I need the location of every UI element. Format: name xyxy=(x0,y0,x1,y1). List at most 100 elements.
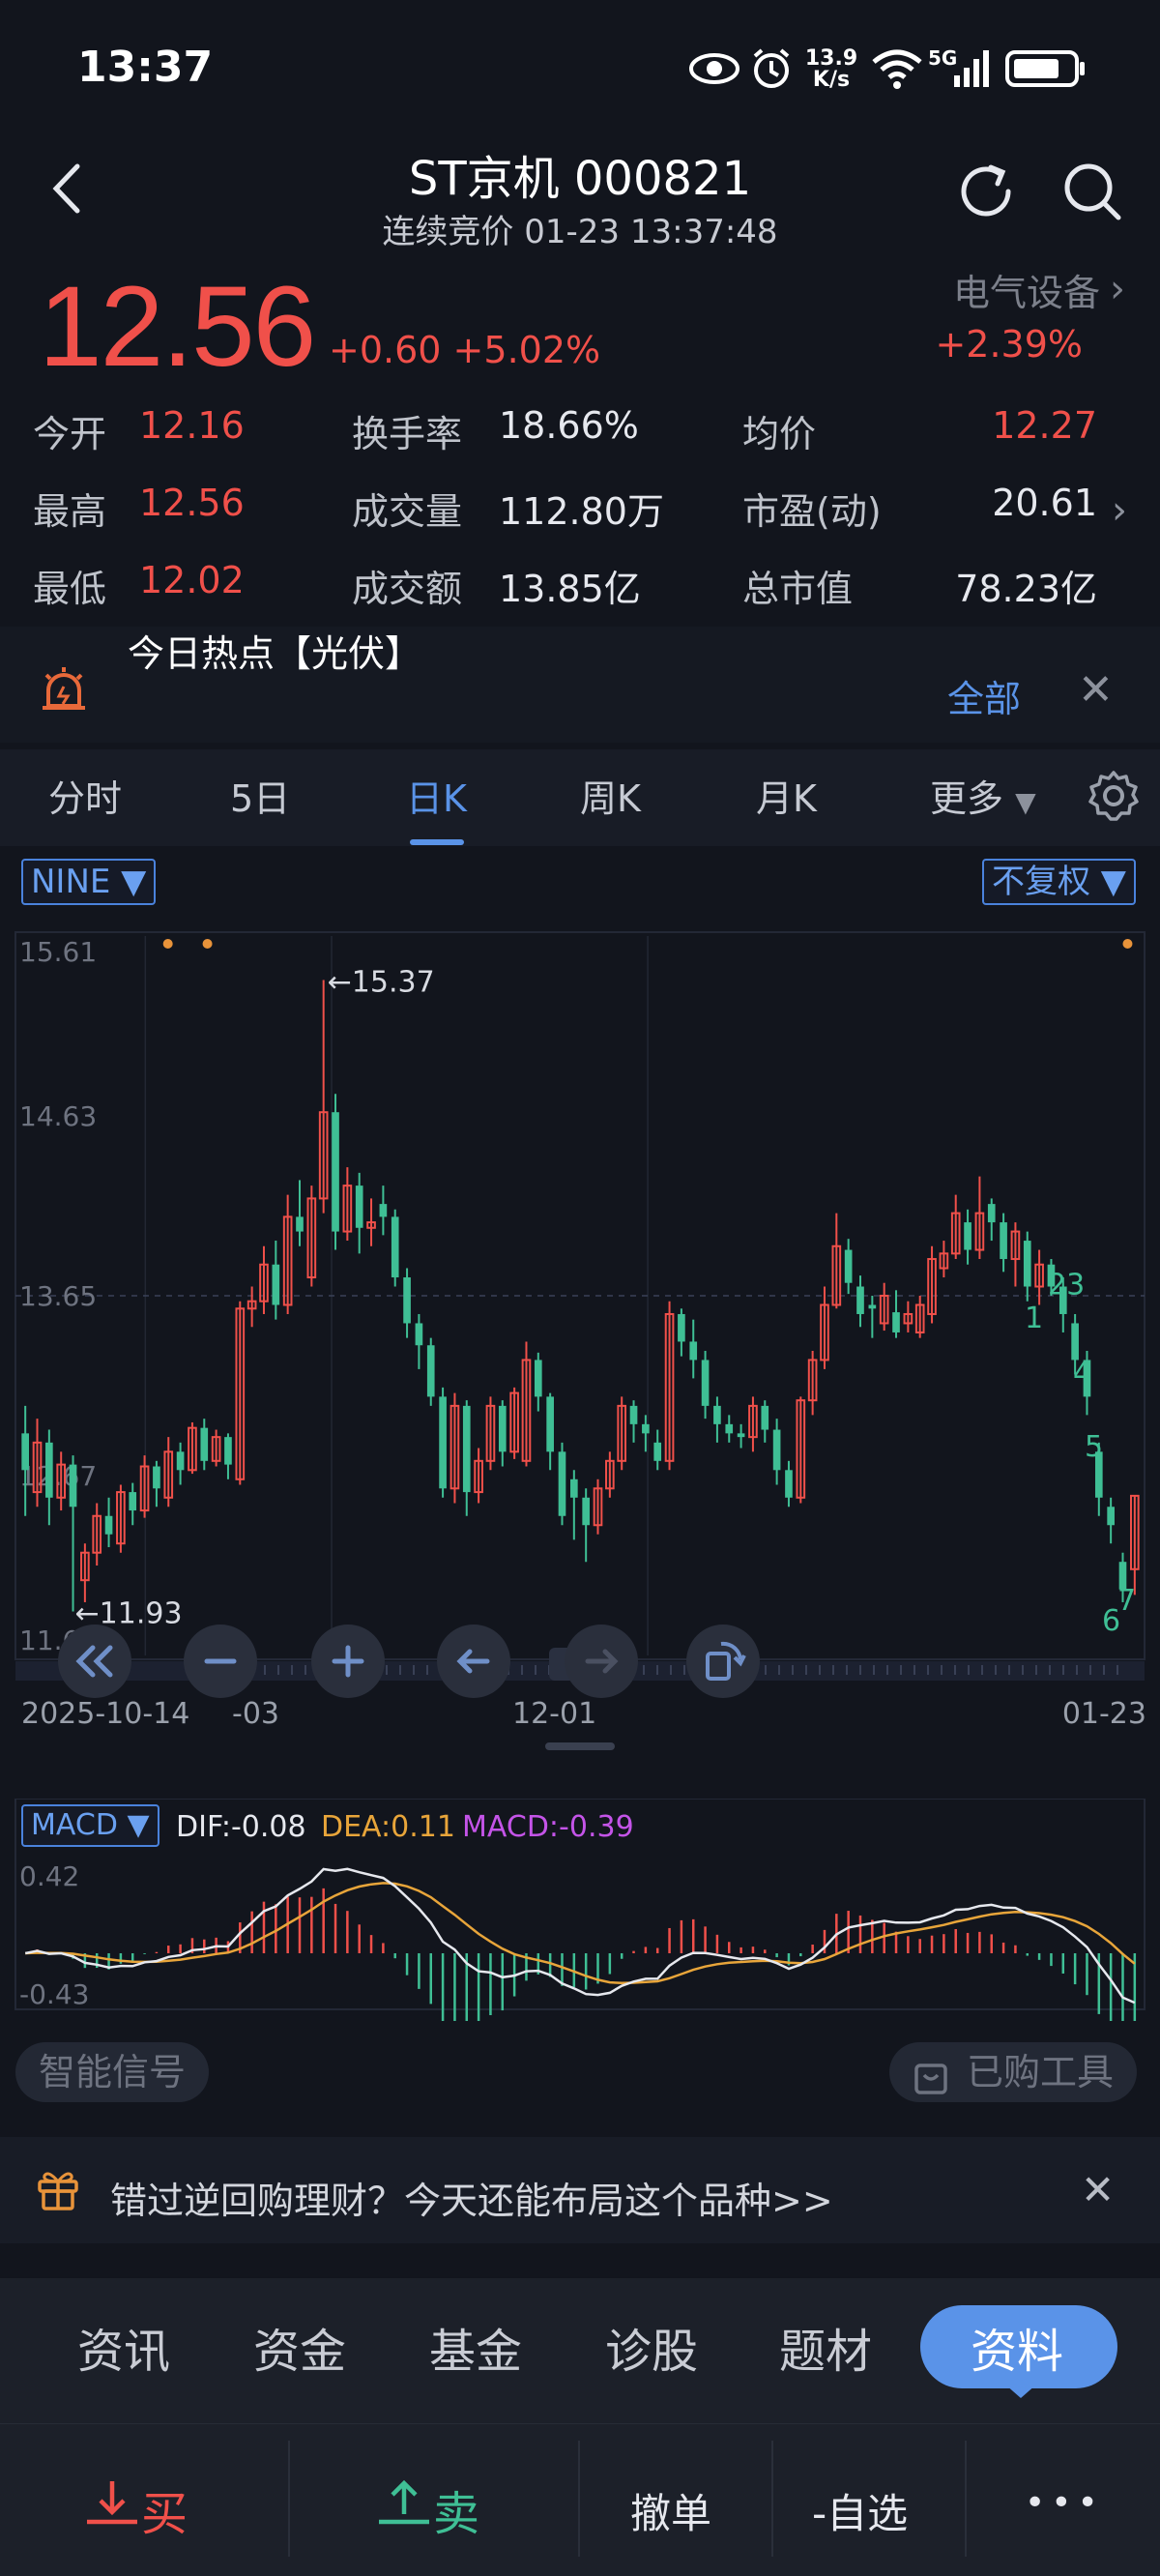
stat-value: 12.27 xyxy=(992,404,1097,447)
scroll-to-start-button[interactable] xyxy=(58,1625,131,1698)
nine-turn-label: 1 xyxy=(1025,1302,1043,1335)
rotate-screen-button[interactable] xyxy=(686,1625,760,1698)
candle-body xyxy=(964,1222,972,1250)
candle-body xyxy=(772,1429,781,1471)
sell-arrow-icon xyxy=(375,2479,433,2541)
candle-body xyxy=(224,1437,232,1465)
stat-label: 换手率 xyxy=(352,413,463,455)
candle-body xyxy=(200,1427,209,1461)
chevron-right-icon[interactable]: › xyxy=(1112,488,1127,533)
promo-text[interactable]: 错过逆回购理财？今天还能布局这个品种>> xyxy=(110,2171,833,2224)
macd-select[interactable]: MACD ▼ xyxy=(21,1804,160,1847)
max-price-label: ←15.37 xyxy=(328,966,435,1000)
stat-label: 总市值 xyxy=(742,568,854,610)
candle-body xyxy=(892,1312,900,1332)
tab-more[interactable]: 更多 ▼ xyxy=(930,769,1036,822)
tab-news[interactable]: 资讯 xyxy=(77,2313,170,2381)
close-icon[interactable]: ✕ xyxy=(1078,665,1114,715)
indicator-select[interactable]: NINE ▼ xyxy=(21,859,157,905)
macd-label: MACD:-0.39 xyxy=(462,1810,634,1844)
more-actions-button[interactable]: ••• xyxy=(1025,2483,1104,2523)
stat-value: 13.85亿 xyxy=(499,568,641,610)
net-speed: 13.9 K/s xyxy=(804,46,858,92)
sell-button[interactable]: 卖 xyxy=(375,2475,479,2543)
status-time: 13:37 xyxy=(77,43,214,92)
scroll-left-button[interactable] xyxy=(437,1625,510,1698)
signal-dot xyxy=(162,939,173,949)
candle-body xyxy=(629,1405,638,1424)
candle-body xyxy=(713,1405,721,1424)
minus-icon xyxy=(204,1658,237,1664)
battery-icon xyxy=(1005,46,1087,91)
purchased-tools-button[interactable]: 已购工具 xyxy=(889,2042,1138,2102)
smart-signal-button[interactable]: 智能信号 xyxy=(15,2042,210,2102)
candle-body xyxy=(570,1478,578,1498)
candle-body xyxy=(642,1423,650,1434)
tab-monthly-k[interactable]: 月K xyxy=(756,769,817,822)
candle-body xyxy=(462,1405,471,1493)
close-icon[interactable]: ✕ xyxy=(1081,2166,1115,2213)
candle-body xyxy=(1071,1323,1079,1361)
stat-value: 12.02 xyxy=(139,559,245,601)
arrow-right-icon xyxy=(585,1649,619,1674)
cancel-order-button[interactable]: 撤单 xyxy=(630,2481,711,2540)
tab-weekly-k[interactable]: 周K xyxy=(580,769,641,822)
search-icon xyxy=(1064,163,1121,220)
zoom-in-button[interactable] xyxy=(311,1625,385,1698)
macd-y-top: 0.42 xyxy=(19,1860,79,1892)
settings-button[interactable] xyxy=(1087,769,1141,827)
candle-body xyxy=(558,1451,566,1516)
candle-body xyxy=(176,1451,185,1471)
gift-icon xyxy=(35,2166,81,2216)
x-axis-label: 2025-10-14 xyxy=(21,1697,189,1731)
industry-link[interactable]: 电气设备 xyxy=(953,263,1100,316)
scroll-right-button[interactable] xyxy=(565,1625,638,1698)
current-price: 12.56 xyxy=(39,263,316,391)
chart-period-tabs: 分时 5日 日K 周K 月K 更多 ▼ xyxy=(0,749,1160,846)
candle-body xyxy=(391,1216,399,1278)
buy-arrow-icon xyxy=(83,2481,141,2541)
candle-body xyxy=(725,1423,734,1434)
tab-diagnosis[interactable]: 诊股 xyxy=(605,2313,698,2381)
refresh-icon xyxy=(961,164,1011,217)
tab-intraday[interactable]: 分时 xyxy=(48,769,122,822)
arrow-left-icon xyxy=(456,1649,490,1674)
tab-funds-flow[interactable]: 资金 xyxy=(253,2313,346,2381)
x-axis-label: 01-23 xyxy=(1062,1697,1146,1731)
caret-down-icon: ▼ xyxy=(1015,786,1036,818)
tab-funds[interactable]: 基金 xyxy=(429,2313,522,2381)
hotspot-all-button[interactable]: 全部 xyxy=(947,669,1021,722)
stat-label: 成交量 xyxy=(352,490,463,533)
candle-body xyxy=(332,1112,339,1232)
candle-body xyxy=(653,1442,662,1461)
candle-body xyxy=(1000,1222,1007,1260)
buy-button[interactable]: 买 xyxy=(83,2475,188,2543)
stat-label: 成交额 xyxy=(352,568,463,610)
tab-5day[interactable]: 5日 xyxy=(230,769,290,822)
candle-body xyxy=(296,1216,304,1232)
candle-body xyxy=(701,1360,710,1406)
candle-body xyxy=(785,1470,793,1498)
candle-body xyxy=(355,1186,363,1228)
stat-label: 市盈(动) xyxy=(742,490,882,533)
tab-daily-k[interactable]: 日K xyxy=(406,769,467,822)
candle-body xyxy=(582,1497,590,1526)
chevron-right-icon[interactable]: › xyxy=(1110,267,1125,311)
refresh-button[interactable] xyxy=(952,158,1020,225)
hotspot-title[interactable]: 今日热点【光伏】 xyxy=(128,624,421,677)
chart-frame xyxy=(14,931,1146,1660)
tab-topics[interactable]: 题材 xyxy=(779,2313,872,2381)
candle-body xyxy=(534,1360,542,1397)
dif-label: DIF:-0.08 xyxy=(176,1810,306,1844)
adjust-select[interactable]: 不复权 ▼ xyxy=(982,859,1136,905)
search-button[interactable] xyxy=(1058,158,1126,225)
signal-icon xyxy=(952,46,991,91)
remove-watchlist-button[interactable]: -自选 xyxy=(812,2481,908,2540)
eye-icon xyxy=(688,46,740,91)
zoom-out-button[interactable] xyxy=(184,1625,257,1698)
price-change: +0.60 +5.02% xyxy=(329,329,601,371)
nine-turn-label: 5 xyxy=(1085,1430,1103,1464)
hotspot-scroll-text xyxy=(128,723,534,743)
tab-profile[interactable]: 资料 xyxy=(971,2313,1063,2381)
dea-label: DEA:0.11 xyxy=(321,1810,455,1844)
